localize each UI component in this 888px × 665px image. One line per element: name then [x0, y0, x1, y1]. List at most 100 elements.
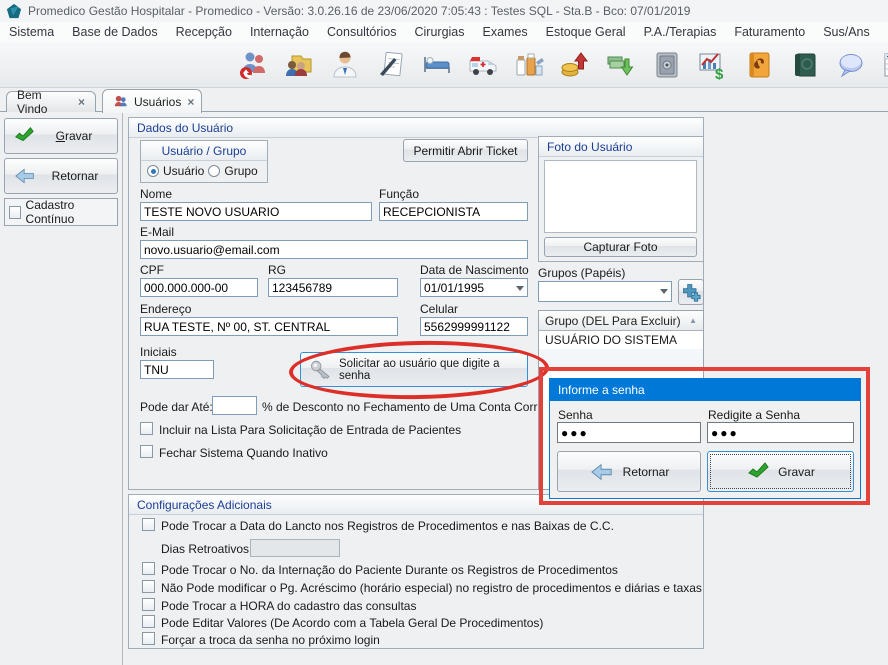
nome-input[interactable]: [140, 202, 372, 221]
iniciais-input[interactable]: [140, 360, 214, 379]
radio-usuario[interactable]: [147, 165, 159, 177]
senha-label: Senha: [558, 408, 593, 422]
menu-bar: Sistema Base de Dados Recepção Internaçã…: [0, 22, 888, 42]
tab-usuarios[interactable]: Usuários ×: [102, 89, 202, 113]
chevron-down-icon[interactable]: [660, 289, 668, 294]
fechar-sistema-checkbox[interactable]: [140, 445, 153, 458]
menu-pa-terapias[interactable]: P.A./Terapias: [635, 25, 726, 39]
capturar-foto-button[interactable]: Capturar Foto: [544, 237, 697, 257]
report-grid-icon[interactable]: [882, 50, 888, 80]
email-label: E-Mail: [140, 225, 174, 239]
svg-text:$: $: [715, 66, 724, 80]
menu-consultorios[interactable]: Consultórios: [318, 25, 405, 39]
tab-bem-vindo[interactable]: Bem Vindo ×: [6, 91, 96, 112]
funcao-input[interactable]: [379, 202, 528, 221]
radio-grupo[interactable]: [208, 165, 220, 177]
email-input[interactable]: [140, 240, 528, 259]
dados-usuario-header: Dados do Usuário: [129, 118, 703, 138]
payment-down-icon[interactable]: [606, 50, 636, 80]
menu-estoque-geral[interactable]: Estoque Geral: [537, 25, 635, 39]
rg-input[interactable]: [268, 278, 398, 297]
incluir-lista-checkbox[interactable]: [140, 422, 153, 435]
close-icon[interactable]: ×: [187, 96, 194, 108]
menu-internacao[interactable]: Internação: [241, 25, 318, 39]
tab-strip: Bem Vindo × Usuários ×: [0, 88, 888, 112]
finance-chart-icon[interactable]: $: [698, 50, 728, 80]
grupos-papeis-combo[interactable]: [538, 281, 672, 303]
cpf-label: CPF: [140, 263, 164, 277]
config-checkbox-5[interactable]: [142, 615, 155, 628]
data-nascimento-label: Data de Nascimento: [420, 263, 529, 277]
grupo-list-header[interactable]: Grupo (DEL Para Excluir) ▲: [539, 311, 703, 331]
nome-label: Nome: [140, 187, 172, 201]
data-nascimento-combo[interactable]: [420, 278, 528, 299]
hospital-bed-icon[interactable]: [422, 50, 452, 80]
grupo-list-item[interactable]: USUÁRIO DO SISTEMA: [539, 331, 703, 349]
chat-icon[interactable]: [836, 50, 866, 80]
arrow-left-icon: [589, 461, 615, 483]
permitir-abrir-ticket-button[interactable]: Permitir Abrir Ticket: [403, 139, 528, 162]
app-logo-icon: [6, 3, 22, 19]
endereco-input[interactable]: [140, 317, 398, 336]
fechar-sistema-label: Fechar Sistema Quando Inativo: [159, 446, 328, 460]
redigite-senha-input[interactable]: [707, 422, 854, 443]
main-toolbar: $: [0, 42, 888, 88]
config-checkbox-2[interactable]: [142, 562, 155, 575]
sort-asc-icon[interactable]: ▲: [689, 316, 697, 325]
config-checkbox-1[interactable]: [142, 518, 155, 531]
pode-dar-ate-label: Pode dar Até:: [140, 400, 213, 414]
prescription-icon[interactable]: [376, 50, 406, 80]
phonebook-icon[interactable]: [744, 50, 774, 80]
title-bar: Promedico Gestão Hospitalar - Promedico …: [0, 0, 888, 22]
tipo-group: Usuário / Grupo Usuário Grupo: [140, 140, 268, 183]
ambulance-icon[interactable]: [468, 50, 498, 80]
celular-label: Celular: [420, 302, 458, 316]
menu-base-de-dados[interactable]: Base de Dados: [63, 25, 166, 39]
dias-retroativos-label: Dias Retroativos :: [161, 542, 256, 556]
menu-sistema[interactable]: Sistema: [0, 25, 63, 39]
funcao-label: Função: [379, 187, 419, 201]
menu-faturamento[interactable]: Faturamento: [725, 25, 814, 39]
menu-cirurgias[interactable]: Cirurgias: [406, 25, 474, 39]
pharmacy-icon[interactable]: [514, 50, 544, 80]
safe-icon[interactable]: [652, 50, 682, 80]
dialog-title-bar[interactable]: Informe a senha: [550, 379, 860, 401]
users-tab-icon: [113, 94, 128, 109]
informe-senha-dialog: Informe a senha Senha Redigite a Senha R…: [549, 378, 861, 499]
doctor-icon[interactable]: [330, 50, 360, 80]
menu-exames[interactable]: Exames: [474, 25, 537, 39]
cadastro-continuo-panel: Cadastro Contínuo: [4, 198, 118, 226]
close-icon[interactable]: ×: [78, 96, 85, 108]
chevron-down-icon[interactable]: [516, 286, 524, 291]
solicitar-senha-button[interactable]: Solicitar ao usuário que digite a senha: [300, 352, 528, 387]
celular-input[interactable]: [420, 317, 528, 336]
dialog-retornar-button[interactable]: Retornar: [557, 451, 701, 492]
contacts-icon[interactable]: [284, 50, 314, 80]
menu-caixa[interactable]: Caixa: [879, 25, 888, 39]
config-checkbox-4[interactable]: [142, 598, 155, 611]
gravar-button[interactable]: Gravar: [4, 118, 118, 154]
ledger-icon[interactable]: [790, 50, 820, 80]
desconto-input[interactable]: [212, 396, 257, 415]
user-switch-icon[interactable]: [238, 50, 268, 80]
grupo-list-empty-row: [539, 349, 703, 367]
sidebar-splitter[interactable]: [122, 112, 123, 665]
dialog-gravar-button[interactable]: Gravar: [707, 451, 854, 492]
desconto-suffix-label: % de Desconto no Fechamento de Uma Conta…: [262, 400, 561, 414]
check-icon: [13, 125, 35, 147]
foto-preview: [544, 160, 697, 233]
dias-retroativos-input: [250, 539, 340, 557]
menu-recepcao[interactable]: Recepção: [167, 25, 241, 39]
add-grupo-button[interactable]: [678, 279, 704, 305]
foto-usuario-header: Foto do Usuário: [539, 137, 703, 157]
cpf-input[interactable]: [140, 278, 258, 297]
senha-input[interactable]: [557, 422, 701, 443]
window-title: Promedico Gestão Hospitalar - Promedico …: [28, 4, 690, 18]
retornar-button[interactable]: Retornar: [4, 158, 118, 194]
check-icon: [746, 460, 770, 484]
config-checkbox-6[interactable]: [142, 632, 155, 645]
config-checkbox-3[interactable]: [142, 580, 155, 593]
cadastro-continuo-checkbox[interactable]: [9, 206, 21, 219]
revenue-up-icon[interactable]: [560, 50, 590, 80]
menu-sus-ans[interactable]: Sus/Ans: [814, 25, 879, 39]
